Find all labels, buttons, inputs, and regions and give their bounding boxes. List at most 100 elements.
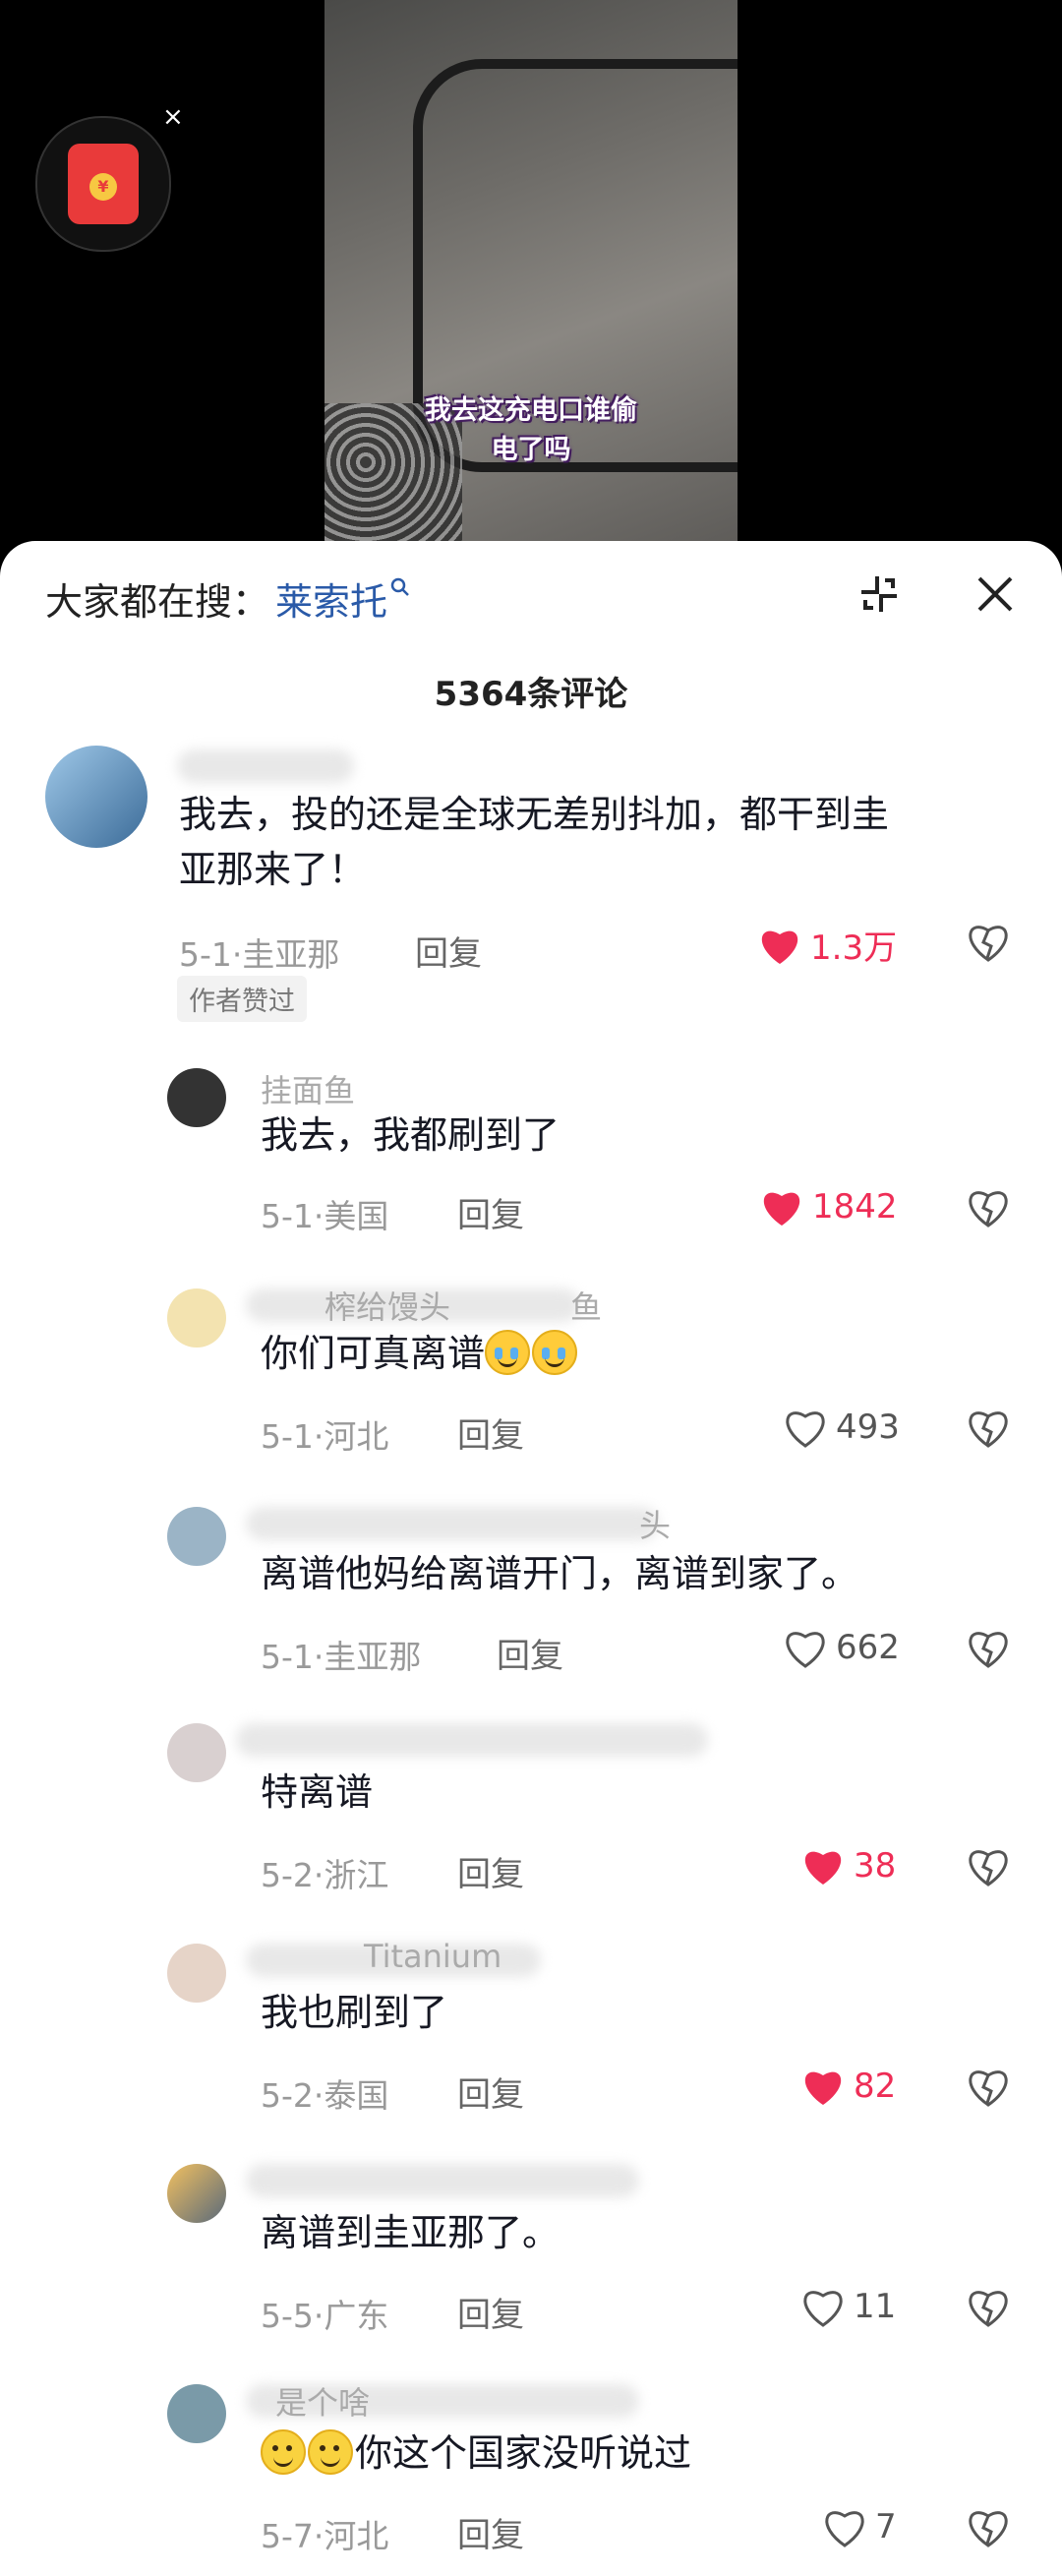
broken-heart-icon[interactable] — [966, 2066, 1011, 2111]
username[interactable]: 榨给馒头 — [324, 1283, 450, 1328]
comment-text: 我去，我都刷到了 — [261, 1113, 560, 1157]
broken-heart-icon[interactable] — [966, 1627, 1011, 1672]
broken-heart-icon[interactable] — [966, 2506, 1011, 2551]
heart-icon — [761, 930, 798, 964]
red-packet-button[interactable]: ¥ — [35, 116, 171, 252]
broken-heart-icon[interactable] — [966, 1407, 1011, 1452]
like-count: 7 — [875, 2507, 897, 2546]
comment-text: 我去，投的还是全球无差别抖加，都干到圭 亚那来了！ — [179, 793, 890, 891]
username[interactable]: 是个啥 — [275, 2378, 370, 2424]
like-button[interactable]: 493 — [783, 1407, 900, 1448]
heart-icon — [804, 2071, 842, 2105]
like-button[interactable]: 1842 — [759, 1186, 898, 1228]
like-count: 11 — [854, 2287, 897, 2326]
search-prefix: 大家都在搜： — [45, 579, 270, 624]
reply-button[interactable]: 回复 — [457, 1188, 524, 1236]
broken-heart-icon[interactable] — [966, 921, 1011, 966]
comment-meta: 5-1·圭亚那 — [179, 935, 340, 974]
avatar[interactable] — [167, 1723, 226, 1782]
reply-button[interactable]: 回复 — [457, 2067, 524, 2116]
heart-icon — [804, 1851, 842, 1885]
like-button[interactable]: 7 — [822, 2506, 897, 2547]
cry-laugh-emoji — [485, 1329, 531, 1375]
reply-button[interactable]: 回复 — [457, 1408, 524, 1457]
avatar[interactable] — [45, 746, 148, 848]
avatar[interactable] — [167, 2164, 226, 2223]
red-packet-close-icon[interactable]: × — [162, 102, 184, 132]
username[interactable]: 挂面鱼 — [261, 1066, 355, 1111]
comment-text: 你这个国家没听说过 — [261, 2426, 691, 2481]
reply-button[interactable]: 回复 — [457, 2508, 524, 2556]
smile-emoji — [308, 2428, 353, 2475]
comment-count: 5364条评论 — [434, 675, 628, 714]
caption-line-2: 电了吗 — [491, 435, 571, 465]
like-count: 662 — [836, 1628, 900, 1667]
broken-heart-icon[interactable] — [966, 2286, 1011, 2331]
username-tail: 头 — [639, 1507, 672, 1544]
heart-icon — [786, 1411, 825, 1448]
comment-meta: 5-2·浙江 — [261, 1856, 389, 1894]
red-packet-seal: ¥ — [89, 173, 117, 201]
username-tail: Titanium — [364, 1938, 502, 1975]
like-count: 1.3万 — [810, 929, 898, 968]
heart-icon — [786, 1632, 825, 1668]
avatar[interactable] — [167, 2384, 226, 2443]
comment-text: 离谱到圭亚那了。 — [261, 2211, 560, 2254]
comment-text: 你们可真离谱 — [261, 1326, 579, 1381]
like-button[interactable]: 1.3万 — [757, 921, 897, 969]
reply-button[interactable]: 回复 — [457, 1847, 524, 1895]
reply-button[interactable]: 回复 — [497, 1629, 563, 1677]
search-suggestion[interactable]: 大家都在搜： 莱索托 — [45, 569, 411, 628]
comment-text: 离谱他妈给离谱开门，离谱到家了。 — [261, 1552, 859, 1595]
like-button[interactable]: 38 — [800, 1845, 896, 1887]
like-count: 1842 — [812, 1187, 898, 1227]
search-icon — [389, 575, 411, 605]
username-tail: 鱼 — [570, 1288, 603, 1326]
comment-sheet: 大家都在搜： 莱索托 5364条评论 我去，投的还是全球无差别抖加，都干到圭 亚… — [0, 541, 1062, 2576]
comment-text: 我也刷到了 — [261, 1991, 448, 2034]
reply-button[interactable]: 回复 — [457, 2288, 524, 2336]
like-button[interactable]: 11 — [800, 2286, 896, 2327]
reply-button[interactable]: 回复 — [415, 927, 482, 975]
smile-emoji — [261, 2428, 306, 2475]
like-count: 38 — [854, 1846, 897, 1886]
username-blurred[interactable] — [177, 749, 354, 783]
reply-item: 是个啥 你这个国家没听说过 5-7·河北 回复 7 — [0, 2363, 1062, 2576]
reply-item: 特离谱 5-2·浙江 回复 38 — [0, 1702, 1062, 1918]
like-count: 493 — [836, 1408, 900, 1447]
reply-item: 榨给馒头 鱼 你们可真离谱 5-1·河北 回复 493 — [0, 1263, 1062, 1479]
avatar[interactable] — [167, 1944, 226, 2003]
comment-meta: 5-1·美国 — [261, 1197, 389, 1235]
caption-line-1: 我去这充电口谁偷 — [425, 395, 637, 426]
reply-item: 离谱到圭亚那了。 5-5·广东 回复 11 — [0, 2142, 1062, 2359]
cry-laugh-emoji — [532, 1329, 578, 1375]
comment-meta: 5-1·河北 — [261, 1417, 389, 1456]
comment-meta: 5-1·圭亚那 — [261, 1638, 422, 1676]
search-keyword[interactable]: 莱索托 — [275, 571, 387, 626]
heart-icon — [803, 2291, 843, 2327]
username-blurred[interactable] — [246, 1507, 659, 1540]
username-blurred[interactable] — [246, 2164, 639, 2197]
avatar[interactable] — [167, 1507, 226, 1566]
broken-heart-icon[interactable] — [966, 1186, 1011, 1231]
reply-item: 挂面鱼 我去，我都刷到了 5-1·美国 回复 1842 — [0, 1043, 1062, 1259]
avatar[interactable] — [167, 1288, 226, 1348]
video-player[interactable]: 我去这充电口谁偷 电了吗 ¥ × — [0, 0, 1062, 551]
broken-heart-icon[interactable] — [966, 1845, 1011, 1890]
video-caption: 我去这充电口谁偷 电了吗 — [324, 391, 738, 470]
video-frame[interactable]: 我去这充电口谁偷 电了吗 — [324, 0, 738, 551]
like-button[interactable]: 82 — [800, 2066, 896, 2107]
comment-item: 我去，投的还是全球无差别抖加，都干到圭 亚那来了！ 5-1·圭亚那 回复 1.3… — [0, 718, 1062, 1072]
comment-text: 特离谱 — [261, 1770, 374, 1814]
like-button[interactable]: 662 — [783, 1627, 900, 1668]
author-liked-badge: 作者赞过 — [177, 976, 307, 1022]
collapse-icon[interactable] — [852, 567, 907, 622]
close-icon[interactable] — [968, 567, 1023, 622]
heart-icon — [763, 1192, 800, 1226]
username-blurred[interactable] — [236, 1723, 708, 1757]
reply-item: 头 离谱他妈给离谱开门，离谱到家了。 5-1·圭亚那 回复 662 — [0, 1483, 1062, 1700]
avatar[interactable] — [167, 1068, 226, 1127]
red-packet-icon: ¥ — [68, 144, 139, 224]
reply-item: Titanium 我也刷到了 5-2·泰国 回复 82 — [0, 1922, 1062, 2138]
comment-meta: 5-7·河北 — [261, 2517, 389, 2555]
